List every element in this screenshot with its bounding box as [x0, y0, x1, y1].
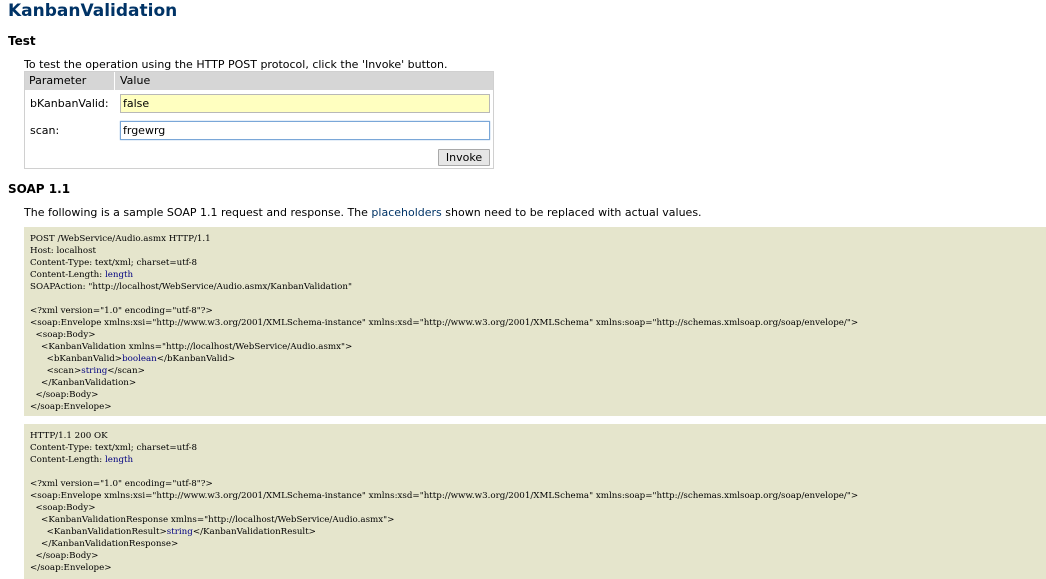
code-text: Content-Length: — [30, 455, 105, 465]
soap-response-sample: HTTP/1.1 200 OK Content-Type: text/xml; … — [24, 424, 1046, 579]
parameter-table: Parameter Value bKanbanValid: scan: Invo… — [24, 71, 494, 169]
header-divider — [114, 72, 115, 90]
param-label-bkanbanvalid: bKanbanValid: — [30, 97, 109, 110]
code-text: <KanbanValidationResponse xmlns="http://… — [30, 515, 395, 525]
page: KanbanValidation Test To test the operat… — [0, 0, 1046, 579]
code-text: </soap:Envelope> — [30, 563, 112, 573]
code-text: </soap:Body> — [30, 551, 99, 561]
placeholder-value: string — [166, 527, 193, 537]
parameter-table-header: Parameter Value — [25, 72, 493, 90]
code-text: Host: localhost — [30, 246, 97, 256]
code-text: <bKanbanValid> — [30, 354, 123, 364]
placeholder-value: boolean — [122, 354, 157, 364]
soap11-heading: SOAP 1.1 — [8, 182, 71, 196]
code-text: SOAPAction: "http://localhost/WebService… — [30, 282, 352, 292]
page-title: KanbanValidation — [8, 1, 178, 21]
scan-input[interactable] — [120, 121, 490, 140]
soap-request-sample: POST /WebService/Audio.asmx HTTP/1.1 Hos… — [24, 227, 1046, 416]
soap11-description: The following is a sample SOAP 1.1 reque… — [24, 206, 702, 220]
code-text: <soap:Envelope xmlns:xsi="http://www.w3.… — [30, 318, 859, 328]
code-text: <?xml version="1.0" encoding="utf-8"?> — [30, 479, 213, 489]
placeholder-value: length — [104, 270, 134, 280]
code-text: <KanbanValidation xmlns="http://localhos… — [30, 342, 353, 352]
code-text: </scan> — [107, 366, 145, 376]
code-text: </KanbanValidationResponse> — [30, 539, 179, 549]
code-text: <soap:Body> — [30, 503, 96, 513]
code-text: <soap:Envelope xmlns:xsi="http://www.w3.… — [30, 491, 859, 501]
invoke-button[interactable]: Invoke — [438, 149, 490, 166]
code-text: <soap:Body> — [30, 330, 96, 340]
code-text: </soap:Envelope> — [30, 402, 112, 412]
code-text: HTTP/1.1 200 OK — [30, 431, 108, 441]
code-text: <KanbanValidationResult> — [30, 527, 167, 537]
code-text: POST /WebService/Audio.asmx HTTP/1.1 — [30, 234, 211, 244]
placeholder-value: length — [104, 455, 134, 465]
column-header-parameter: Parameter — [29, 74, 87, 87]
param-label-scan: scan: — [30, 124, 60, 137]
soap11-desc-text-2: shown need to be replaced with actual va… — [441, 206, 702, 219]
code-text: Content-Length: — [30, 270, 105, 280]
code-text: <?xml version="1.0" encoding="utf-8"?> — [30, 306, 213, 316]
code-text: </KanbanValidationResult> — [192, 527, 316, 537]
placeholder-value: string — [81, 366, 108, 376]
bkanbanvalid-input[interactable] — [120, 94, 490, 113]
placeholders-text: placeholders — [371, 206, 442, 219]
column-header-value: Value — [120, 74, 151, 87]
code-text: </bKanbanValid> — [156, 354, 236, 364]
test-heading: Test — [8, 34, 36, 48]
code-text: Content-Type: text/xml; charset=utf-8 — [30, 443, 198, 453]
code-text: <scan> — [30, 366, 82, 376]
code-text: </KanbanValidation> — [30, 378, 137, 388]
code-text: </soap:Body> — [30, 390, 99, 400]
test-intro: To test the operation using the HTTP POS… — [24, 58, 448, 71]
code-text: Content-Type: text/xml; charset=utf-8 — [30, 258, 198, 268]
soap11-desc-text-1: The following is a sample SOAP 1.1 reque… — [24, 206, 372, 219]
